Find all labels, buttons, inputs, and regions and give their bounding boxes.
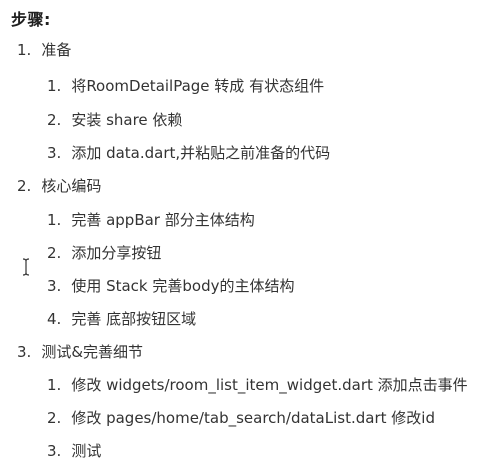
list-number: 2.	[17, 177, 32, 195]
list-item-3-1: 1. 修改 widgets/room_list_item_widget.dart …	[47, 375, 468, 395]
list-number: 3.	[47, 277, 62, 295]
list-item-section-2: 2. 核心编码	[17, 176, 101, 196]
list-item-1-3: 3. 添加 data.dart,并粘贴之前准备的代码	[47, 143, 330, 163]
list-item-2-2: 2. 添加分享按钮	[47, 243, 161, 263]
steps-heading: 步骤:	[11, 10, 51, 29]
list-number: 2.	[47, 111, 62, 129]
list-number: 1.	[47, 376, 62, 394]
list-number: 4.	[47, 310, 62, 328]
list-text: 添加分享按钮	[71, 244, 162, 262]
list-item-2-3: 3. 使用 Stack 完善body的主体结构	[47, 276, 294, 296]
list-item-2-1: 1. 完善 appBar 部分主体结构	[47, 210, 255, 230]
document-page: 步骤: 1. 准备 1. 将RoomDetailPage 转成 有状态组件 2. 安装…	[0, 0, 483, 468]
list-number: 1.	[47, 211, 62, 229]
list-item-2-4: 4. 完善 底部按钮区域	[47, 309, 196, 329]
list-number: 1.	[47, 77, 62, 95]
list-text: 测试	[71, 442, 102, 460]
list-number: 3.	[47, 442, 62, 460]
list-number: 3.	[17, 343, 32, 361]
text-cursor-icon	[22, 258, 30, 276]
list-number: 1.	[17, 41, 32, 59]
list-item-3-3: 3. 测试	[47, 441, 101, 461]
list-text: 完善 appBar 部分主体结构	[71, 211, 255, 229]
list-text: 将RoomDetailPage 转成 有状态组件	[71, 77, 325, 95]
list-number: 2.	[47, 409, 62, 427]
list-number: 3.	[47, 144, 62, 162]
list-item-section-3: 3. 测试&完善细节	[17, 342, 143, 362]
list-text: 添加 data.dart,并粘贴之前准备的代码	[71, 144, 331, 162]
list-text: 修改 pages/home/tab_search/dataList.dart 修…	[71, 409, 435, 427]
list-item-section-1: 1. 准备	[17, 40, 71, 60]
list-text: 准备	[41, 41, 72, 59]
list-text: 修改 widgets/room_list_item_widget.dart 添加…	[71, 376, 468, 394]
list-text: 核心编码	[41, 177, 102, 195]
list-number: 2.	[47, 244, 62, 262]
list-text: 安装 share 依赖	[71, 111, 183, 129]
list-text: 使用 Stack 完善body的主体结构	[71, 277, 295, 295]
list-text: 测试&完善细节	[41, 343, 144, 361]
list-item-3-2: 2. 修改 pages/home/tab_search/dataList.dart…	[47, 408, 435, 428]
list-item-1-1: 1. 将RoomDetailPage 转成 有状态组件	[47, 76, 324, 96]
list-item-1-2: 2. 安装 share 依赖	[47, 110, 182, 130]
list-text: 完善 底部按钮区域	[71, 310, 197, 328]
